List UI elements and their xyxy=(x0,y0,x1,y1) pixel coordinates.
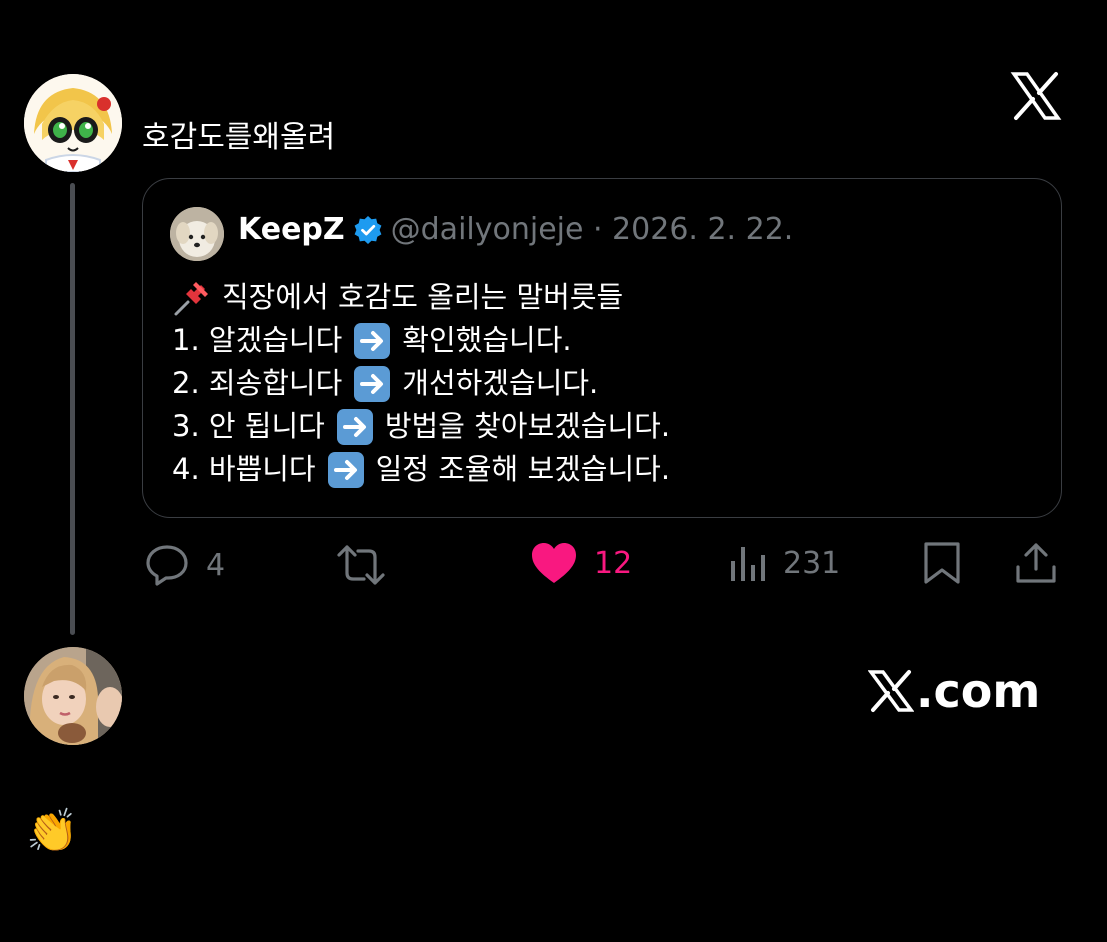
thread-connector-line xyxy=(70,183,75,635)
share-icon xyxy=(1016,543,1056,583)
x-com-watermark: .com xyxy=(868,664,1040,718)
list-item: 4. 바쁩니다 일정 조율해 보겠습니다. xyxy=(172,448,670,491)
pushpin-icon xyxy=(174,281,208,315)
quoted-author-avatar[interactable] xyxy=(170,207,224,261)
list-item-after: 일정 조율해 보겠습니다. xyxy=(375,452,671,486)
verified-badge-icon xyxy=(354,215,382,244)
list-item-before: 2. 죄송합니다 xyxy=(172,366,343,400)
watermark-text: .com xyxy=(916,664,1041,718)
x-logo-icon xyxy=(868,670,914,712)
list-item: 1. 알겠습니다 확인했습니다. xyxy=(172,319,670,362)
right-arrow-icon xyxy=(354,322,391,359)
right-arrow-icon xyxy=(354,365,391,402)
quoted-post-header: KeepZ @dailyonjeje · 2026. 2. 22. xyxy=(238,212,793,247)
quoted-title-text: 직장에서 호감도 올리는 말버릇들 xyxy=(222,280,624,314)
quoted-post-text: 직장에서 호감도 올리는 말버릇들 1. 알겠습니다 확인했습니다. 2. 죄송… xyxy=(172,276,670,491)
quoted-author-name[interactable]: KeepZ xyxy=(238,212,345,247)
dog-avatar-image xyxy=(170,207,224,261)
list-item-after: 방법을 찾아보겠습니다. xyxy=(384,409,671,443)
like-button[interactable]: 12 xyxy=(530,541,632,585)
like-count: 12 xyxy=(594,545,633,581)
list-item: 3. 안 됩니다 방법을 찾아보겠습니다. xyxy=(172,405,670,448)
quoted-handle-date: @dailyonjeje · 2026. 2. 22. xyxy=(390,212,794,247)
list-item-before: 3. 안 됩니다 xyxy=(172,409,325,443)
avatar-image xyxy=(24,74,122,172)
reply-emoji-text: 👏 xyxy=(26,806,79,855)
views-count: 231 xyxy=(783,545,841,581)
reply-button[interactable]: 4 xyxy=(144,543,225,587)
repost-button[interactable] xyxy=(336,543,386,587)
list-item: 2. 죄송합니다 개선하겠습니다. xyxy=(172,362,670,405)
right-arrow-icon xyxy=(327,451,364,488)
analytics-bars-icon xyxy=(731,547,765,581)
share-button[interactable] xyxy=(1014,541,1058,585)
list-item-after: 개선하겠습니다. xyxy=(402,366,599,400)
reply-avatar[interactable] xyxy=(24,647,122,745)
bookmark-button[interactable] xyxy=(922,541,962,585)
list-item-before: 4. 바쁩니다 xyxy=(172,452,316,486)
x-logo-icon xyxy=(1010,70,1062,122)
right-arrow-icon xyxy=(336,408,373,445)
avatar[interactable] xyxy=(24,74,122,172)
repost-icon xyxy=(337,545,385,585)
list-item-after: 확인했습니다. xyxy=(402,323,572,357)
avatar-photo-image xyxy=(24,647,122,745)
post-text: 호감도를왜올려 xyxy=(142,120,336,155)
bookmark-icon xyxy=(924,542,960,584)
reply-icon xyxy=(146,545,188,586)
reply-count: 4 xyxy=(206,547,226,583)
heart-filled-icon xyxy=(532,543,576,583)
list-item-before: 1. 알겠습니다 xyxy=(172,323,343,357)
views-button[interactable]: 231 xyxy=(729,543,840,583)
quoted-title-line: 직장에서 호감도 올리는 말버릇들 xyxy=(172,276,670,319)
